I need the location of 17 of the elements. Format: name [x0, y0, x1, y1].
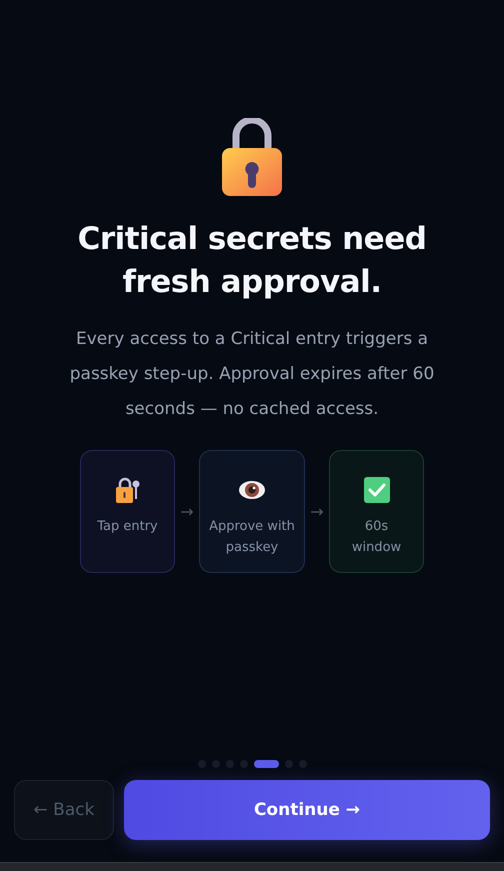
arrow-glyph: → — [179, 502, 195, 521]
continue-button[interactable]: Continue → — [124, 780, 490, 840]
padlock-icon — [222, 118, 282, 196]
description-text: Every access to a Critical entry triggers a passkey step-up. Approval expires after 60 seconds — no cached access. — [68, 328, 436, 421]
page-indicator-dot[interactable] — [298, 760, 306, 768]
arrow-glyph: → — [309, 502, 325, 521]
page-indicator-dot[interactable] — [212, 760, 220, 768]
page-indicator-dot[interactable] — [198, 760, 206, 768]
page-indicator-dot[interactable] — [284, 760, 292, 768]
page-indicator-dot[interactable] — [240, 760, 248, 768]
step-label: Tap entry — [97, 518, 158, 536]
page-indicator-dot[interactable] — [226, 760, 234, 768]
step-label: Approve with passkey — [208, 518, 296, 557]
padlock-key-icon — [114, 476, 140, 504]
headline: Critical secrets need fresh approval. — [76, 220, 428, 302]
step-label: 60s window — [350, 518, 402, 557]
checkmark-icon — [362, 476, 390, 504]
